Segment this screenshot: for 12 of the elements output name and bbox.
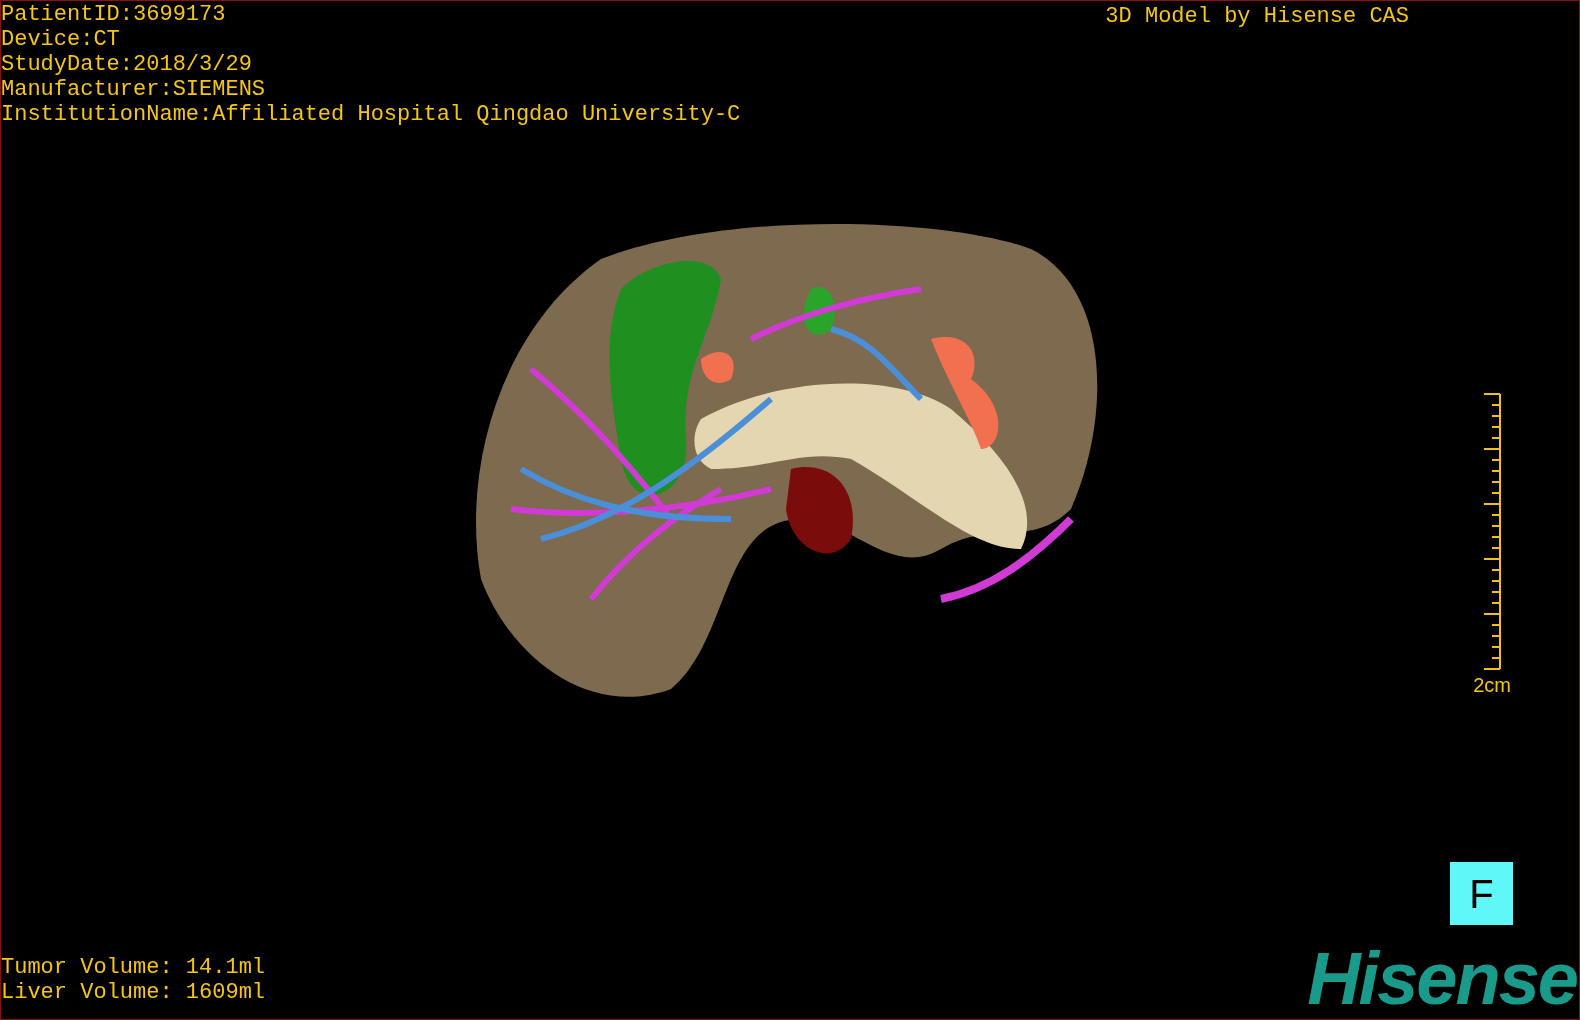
study-info-text: Device:CT [1,27,121,52]
volume-text: Tumor Volume: 14.1ml [1,955,266,980]
volume-text: Liver Volume: 1609ml [1,980,266,1005]
brand-logo: Hisense [1307,943,1577,1015]
study-info-text: InstitutionName:Affiliated Hospital Qingdao University-C [1,102,741,127]
study-info-text: Manufacturer:SIEMENS [1,77,267,102]
model-credit-text: 3D Model by Hisense CAS [1105,4,1409,29]
view-orientation-button[interactable]: F [1450,862,1513,925]
study-info-text: StudyDate:2018/3/29 [1,52,253,77]
scale-label: 2cm [1473,673,1511,697]
scale-bar-icon [1484,392,1501,671]
study-info-text: PatientID:3699173 [1,2,227,27]
